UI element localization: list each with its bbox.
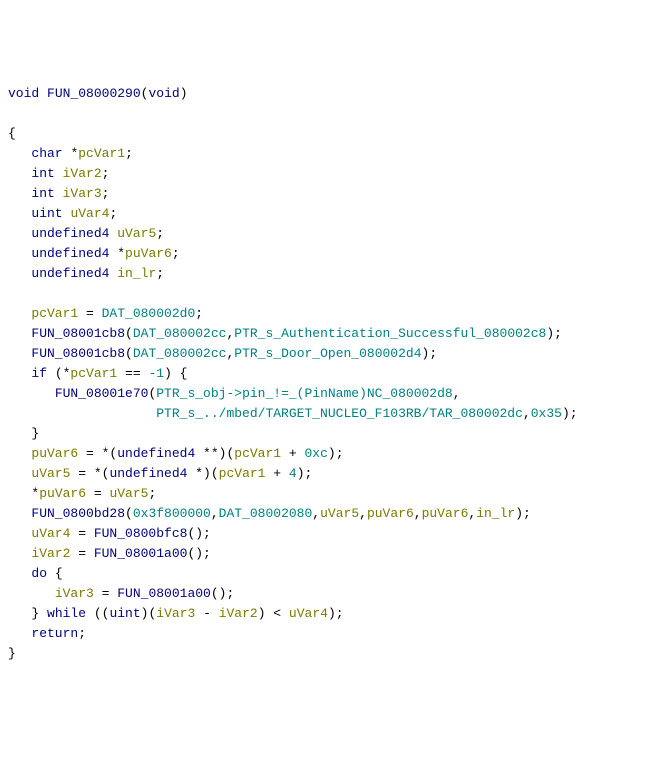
decl-var[interactable]: puVar6 [125, 246, 172, 261]
var-ref[interactable]: pcVar1 [70, 366, 117, 381]
var-ref[interactable]: iVar3 [55, 586, 94, 601]
decompiler-code-view[interactable]: void FUN_08000290(void) { char *pcVar1; … [8, 84, 642, 664]
data-ref[interactable]: PTR_s_../mbed/TARGET_NUCLEO_F103RB/TAR_0… [156, 406, 523, 421]
decl-var[interactable]: pcVar1 [78, 146, 125, 161]
decl-type: undefined4 [31, 226, 109, 241]
decl-type: undefined4 [31, 246, 109, 261]
number-literal: 0xc [304, 446, 327, 461]
type-cast: undefined4 [117, 446, 195, 461]
close-brace: } [31, 426, 39, 441]
decl-var[interactable]: uVar4 [70, 206, 109, 221]
open-brace: { [8, 126, 16, 141]
decl-type: char [31, 146, 62, 161]
number-literal: 4 [289, 466, 297, 481]
var-ref[interactable]: iVar2 [31, 546, 70, 561]
number-literal: 0x3f800000 [133, 506, 211, 521]
var-ref[interactable]: pcVar1 [234, 446, 281, 461]
decl-type: int [31, 186, 54, 201]
number-literal: -1 [148, 366, 164, 381]
data-ref[interactable]: PTR_s_obj->pin_!=_(PinName)NC_080002d8 [156, 386, 452, 401]
param-list: (void) [141, 86, 188, 101]
decl-var[interactable]: in_lr [117, 266, 156, 281]
decl-var[interactable]: iVar3 [63, 186, 102, 201]
data-ref[interactable]: PTR_s_Door_Open_080002d4 [234, 346, 421, 361]
keyword-do: do [31, 566, 47, 581]
var-ref[interactable]: puVar6 [422, 506, 469, 521]
decl-type: undefined4 [31, 266, 109, 281]
var-ref[interactable]: in_lr [476, 506, 515, 521]
decl-type: int [31, 166, 54, 181]
keyword-return: return [31, 626, 78, 641]
function-name[interactable]: FUN_08000290 [47, 86, 141, 101]
data-ref[interactable]: PTR_s_Authentication_Successful_080002c8 [234, 326, 546, 341]
close-brace: } [8, 646, 16, 661]
var-ref[interactable]: iVar3 [156, 606, 195, 621]
data-ref[interactable]: DAT_08002080 [219, 506, 313, 521]
function-call[interactable]: FUN_08001cb8 [31, 346, 125, 361]
var-ref[interactable]: uVar5 [31, 466, 70, 481]
decl-ptr: * [117, 246, 125, 261]
function-call[interactable]: FUN_08001a00 [117, 586, 211, 601]
data-ref[interactable]: DAT_080002d0 [102, 306, 196, 321]
var-ref[interactable]: uVar5 [320, 506, 359, 521]
type-cast: undefined4 [109, 466, 187, 481]
var-ref[interactable]: puVar6 [367, 506, 414, 521]
function-call[interactable]: FUN_0800bfc8 [94, 526, 188, 541]
keyword-if: if [31, 366, 47, 381]
decl-var[interactable]: iVar2 [63, 166, 102, 181]
var-ref[interactable]: uVar4 [31, 526, 70, 541]
data-ref[interactable]: DAT_080002cc [133, 326, 227, 341]
data-ref[interactable]: DAT_080002cc [133, 346, 227, 361]
var-ref[interactable]: pcVar1 [31, 306, 78, 321]
keyword-while: while [47, 606, 86, 621]
function-call[interactable]: FUN_08001a00 [94, 546, 188, 561]
var-ref[interactable]: puVar6 [39, 486, 86, 501]
function-call[interactable]: FUN_08001cb8 [31, 326, 125, 341]
function-call[interactable]: FUN_08001e70 [55, 386, 149, 401]
var-ref[interactable]: puVar6 [31, 446, 78, 461]
var-ref[interactable]: uVar5 [109, 486, 148, 501]
var-ref[interactable]: uVar4 [289, 606, 328, 621]
type-cast: uint [109, 606, 140, 621]
decl-var[interactable]: uVar5 [117, 226, 156, 241]
var-ref[interactable]: iVar2 [219, 606, 258, 621]
return-type: void [8, 86, 39, 101]
decl-type: uint [31, 206, 62, 221]
var-ref[interactable]: pcVar1 [219, 466, 266, 481]
number-literal: 0x35 [531, 406, 562, 421]
function-call[interactable]: FUN_0800bd28 [31, 506, 125, 521]
